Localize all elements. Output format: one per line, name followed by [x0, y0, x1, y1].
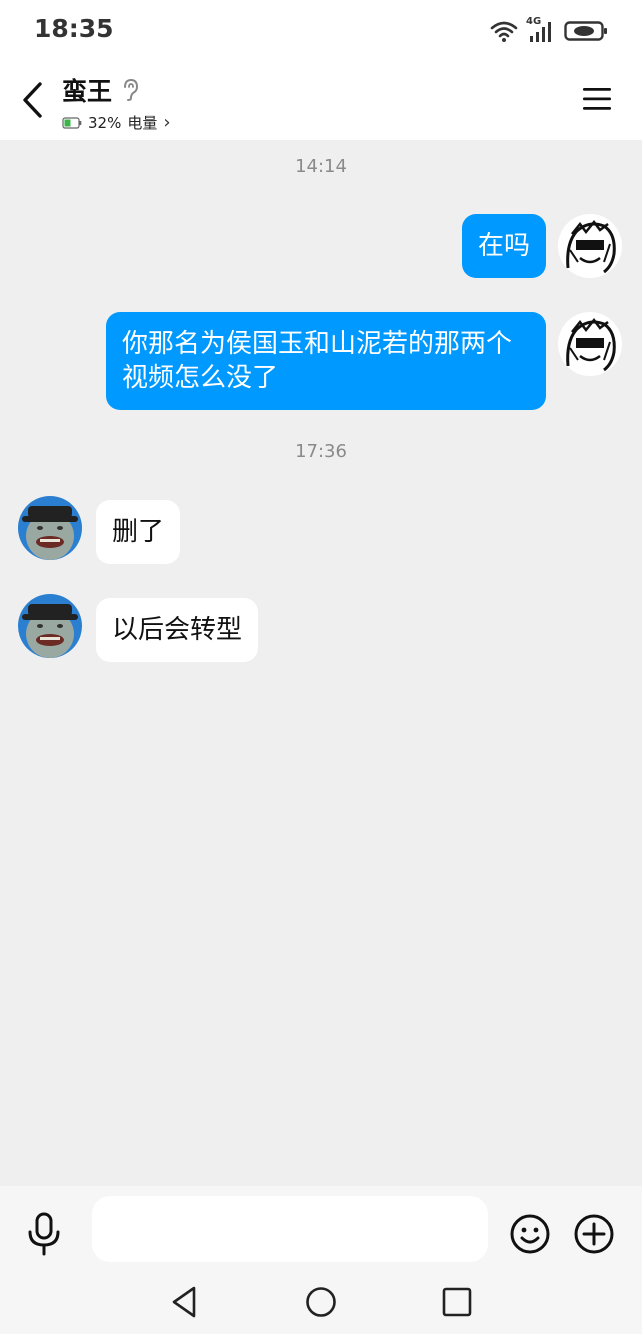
- my-avatar[interactable]: [558, 214, 622, 278]
- chevron-right-icon: ›: [163, 112, 171, 133]
- battery-mini-icon: [62, 116, 82, 129]
- square-recent-icon[interactable]: [440, 1284, 474, 1320]
- battery-icon: [564, 21, 607, 41]
- battery-status: 32% 电量 ›: [62, 112, 171, 133]
- outgoing-message-bubble[interactable]: 在吗: [461, 214, 546, 278]
- incoming-message-bubble[interactable]: 删了: [96, 500, 181, 564]
- ear-icon: [124, 78, 139, 101]
- battery-level: 32%: [88, 113, 122, 132]
- incoming-message-bubble[interactable]: 以后会转型: [96, 598, 259, 662]
- status-icons: 4G: [490, 16, 608, 46]
- contact-info[interactable]: 蛮王 32% 电量 ›: [62, 72, 171, 133]
- message-input[interactable]: [92, 1196, 488, 1262]
- wifi-icon: [490, 21, 518, 42]
- status-bar: 18:35 4G: [0, 0, 642, 60]
- status-time: 18:35: [34, 14, 114, 43]
- timestamp: 17:36: [295, 441, 347, 462]
- back-chevron-icon[interactable]: [16, 78, 52, 122]
- system-navigation-bar: [0, 1270, 642, 1334]
- triangle-back-icon[interactable]: [168, 1284, 200, 1320]
- plus-circle-icon[interactable]: [572, 1212, 616, 1256]
- outgoing-message-bubble[interactable]: 你那名为侯国玉和山泥若的那两个视频怎么没了: [106, 312, 546, 410]
- contact-avatar[interactable]: [18, 594, 82, 658]
- microphone-icon[interactable]: [24, 1212, 64, 1256]
- circle-home-icon[interactable]: [304, 1284, 338, 1320]
- smiley-icon[interactable]: [508, 1212, 552, 1256]
- signal-icon: 4G: [526, 16, 556, 44]
- my-avatar[interactable]: [558, 312, 622, 376]
- battery-suffix: 电量: [127, 114, 158, 132]
- chat-message-list[interactable]: 14:14 在吗 你那名为侯国玉和山泥若的那两个视频怎么没了 17:36 删了 …: [0, 140, 642, 1186]
- contact-name: 蛮王: [62, 77, 113, 106]
- timestamp: 14:14: [295, 156, 347, 177]
- contact-avatar[interactable]: [18, 496, 82, 560]
- chat-header: 蛮王 32% 电量 ›: [0, 60, 642, 140]
- input-bar: [0, 1186, 642, 1270]
- hamburger-menu-icon[interactable]: [582, 86, 612, 112]
